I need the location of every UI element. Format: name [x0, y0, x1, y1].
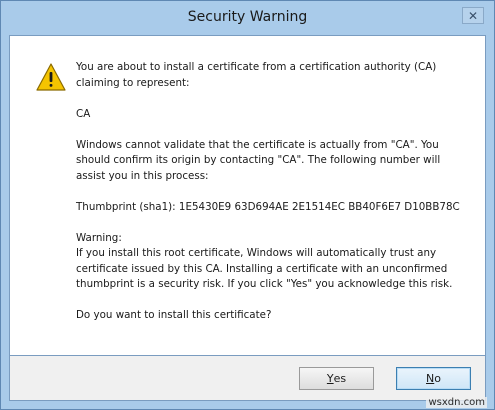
- no-button[interactable]: No: [396, 367, 471, 390]
- no-label-rest: o: [434, 372, 441, 385]
- yes-button[interactable]: Yes: [299, 367, 374, 390]
- warning-text: If you install this root certificate, Wi…: [76, 247, 453, 290]
- watermark-text: wsxdn.com: [426, 397, 487, 408]
- intro-text: You are about to install a certificate f…: [76, 61, 437, 89]
- message-area: You are about to install a certificate f…: [76, 60, 471, 339]
- warning-icon: [36, 63, 66, 91]
- close-icon: ✕: [467, 8, 479, 23]
- yes-access-key: Y: [326, 372, 334, 385]
- button-bar: Yes No: [9, 356, 486, 401]
- warning-heading: Warning:: [76, 231, 122, 244]
- title-bar[interactable]: Security Warning ✕: [1, 1, 494, 35]
- ca-name: CA: [76, 107, 91, 120]
- thumbprint-text: Thumbprint (sha1): 1E5430E9 63D694AE 2E1…: [76, 200, 460, 213]
- close-button[interactable]: ✕: [462, 7, 484, 24]
- question-text: Do you want to install this certificate?: [76, 309, 272, 321]
- yes-label-rest: es: [333, 372, 347, 385]
- dialog-body: You are about to install a certificate f…: [9, 35, 486, 356]
- validation-text: Windows cannot validate that the certifi…: [76, 138, 441, 182]
- window-title: Security Warning: [187, 9, 308, 25]
- no-access-key: N: [426, 372, 435, 385]
- security-warning-dialog: Security Warning ✕ You are about to inst…: [0, 0, 495, 410]
